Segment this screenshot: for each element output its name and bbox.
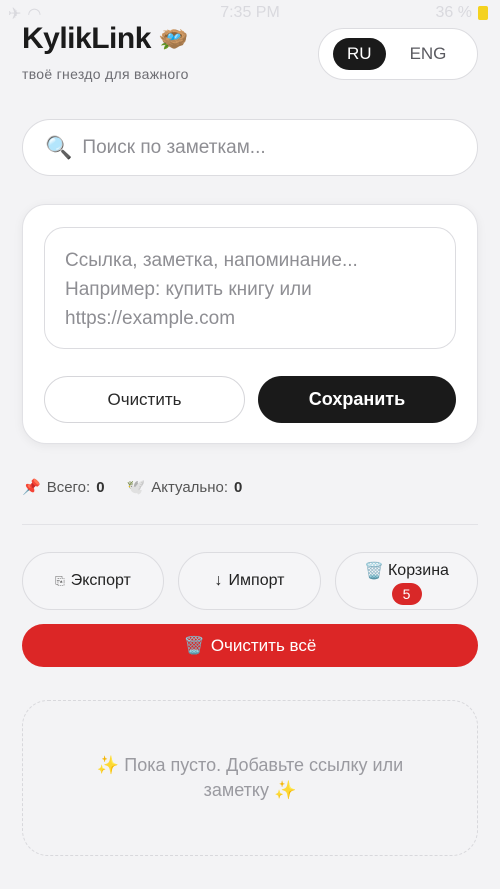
pin-icon: 📌 [22,479,41,496]
composer-card: Ссылка, заметка, напоминание... Например… [22,204,478,444]
stats-row: 📌 Всего: 0 🕊️ Актуально: 0 [22,478,243,497]
brand: KylikLink 🪺 твоё гнездо для важного [22,22,189,82]
search-input[interactable] [82,136,443,159]
trash-count-badge: 5 [391,583,422,605]
empty-state: ✨ Пока пусто. Добавьте ссылку или заметк… [22,700,478,856]
clear-button[interactable]: Очистить [44,376,245,423]
search-icon: 🔍 [45,134,73,160]
stat-actual-label: Актуально: [151,478,229,496]
app-subtitle: твоё гнездо для важного [22,66,189,82]
clear-all-label: Очистить всё [210,635,317,655]
app-title-row: KylikLink 🪺 [22,22,189,56]
divider [22,524,478,525]
import-button[interactable]: ↓ Импорт [178,552,321,610]
battery-percent: 36 % [435,4,472,21]
download-icon: ↓ [214,572,223,589]
dove-icon: 🕊️ [126,479,146,496]
note-textarea[interactable]: Ссылка, заметка, напоминание... Например… [44,227,456,349]
nest-icon: 🪺 [158,25,189,53]
stat-total-value: 0 [96,478,105,496]
copy-icon: ⎘ [55,573,65,588]
trash-row: 🗑️ Корзина [364,561,449,581]
stat-total-label: Всего: [46,478,91,496]
lang-eng-button[interactable]: ENG [396,38,461,70]
trash-icon: 🗑️ [183,635,205,655]
app-title: KylikLink [22,22,151,55]
status-right: 36 % [436,4,488,22]
import-label: Импорт [228,572,285,589]
stat-actual: 🕊️ Актуально: 0 [126,478,243,497]
stat-total: 📌 Всего: 0 [22,478,105,497]
lang-ru-button[interactable]: RU [333,38,386,70]
empty-state-message: ✨ Пока пусто. Добавьте ссылку или заметк… [96,755,404,800]
clear-all-button[interactable]: 🗑️ Очистить всё [22,624,478,667]
language-switch: RU ENG [318,28,478,80]
export-button[interactable]: ⎘ Экспорт [22,552,164,610]
search-bar: 🔍 [22,119,478,176]
trash-button[interactable]: 🗑️ Корзина 5 [335,552,478,610]
trash-label: Корзина [387,562,449,579]
status-time: 7:35 PM [220,4,280,21]
trash-icon: 🗑️ [364,563,384,580]
export-label: Экспорт [70,572,131,589]
stat-actual-value: 0 [234,478,243,496]
save-button[interactable]: Сохранить [258,376,456,423]
battery-icon [478,6,488,20]
